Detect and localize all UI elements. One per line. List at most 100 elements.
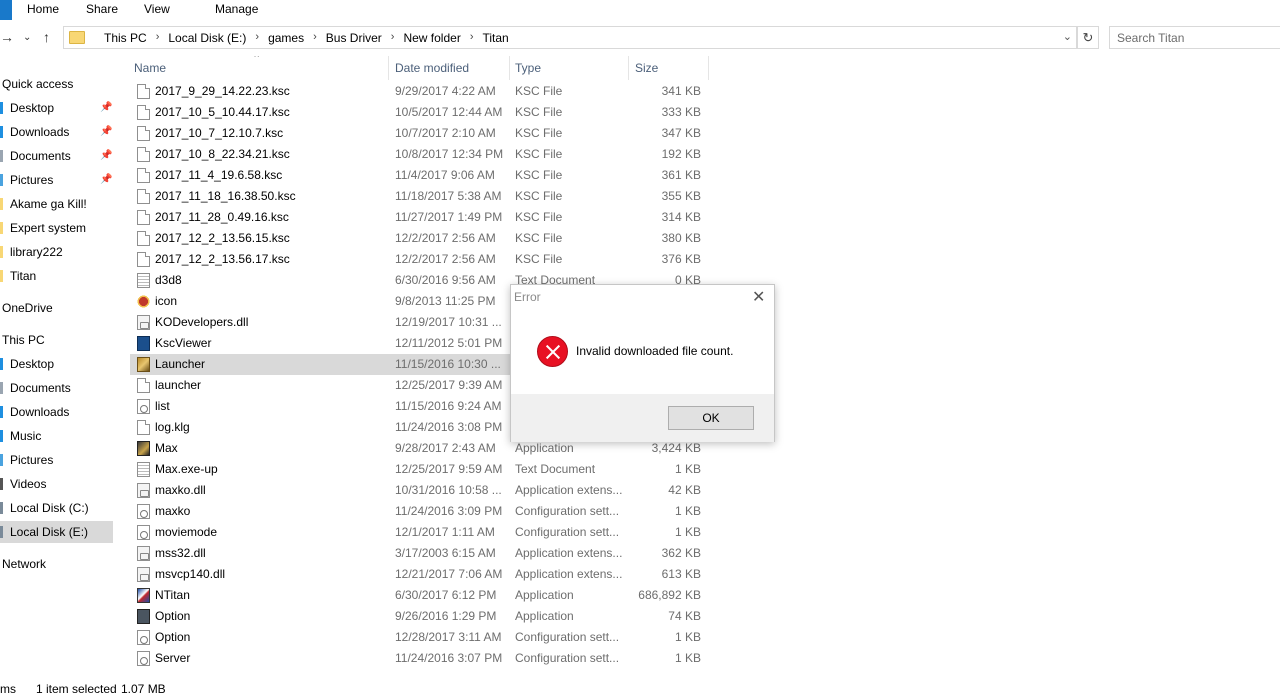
file-row[interactable]: 2017_11_18_16.38.50.ksc 11/18/2017 5:38 A… [130, 186, 710, 207]
file-row[interactable]: Option 9/26/2016 1:29 PM Application 74 KB [130, 606, 710, 627]
crumb-local-disk-e[interactable]: Local Disk (E:) [168, 31, 246, 45]
file-row[interactable]: mss32.dll 3/17/2003 6:15 AM Application ex… [130, 543, 710, 564]
file-row[interactable]: 2017_12_2_13.56.15.ksc 12/2/2017 2:56 AM K… [130, 228, 710, 249]
config-icon [137, 504, 150, 519]
nav-pc-documents[interactable]: Documents [0, 377, 113, 399]
file-row[interactable]: 2017_11_28_0.49.16.ksc 11/27/2017 1:49 PM… [130, 207, 710, 228]
up-arrow-icon[interactable]: ↑ [43, 29, 50, 45]
file-row[interactable]: moviemode 12/1/2017 1:11 AM Configuration … [130, 522, 710, 543]
nav-onedrive[interactable]: OneDrive [0, 297, 113, 319]
nav-quick-library222[interactable]: library222 [0, 241, 113, 263]
tab-view[interactable]: View [144, 2, 170, 16]
file-row[interactable]: msvcp140.dll 12/21/2017 7:06 AM Applicatio… [130, 564, 710, 585]
nav-label: Documents [10, 149, 71, 163]
file-row[interactable]: 2017_12_2_13.56.17.ksc 12/2/2017 2:56 AM K… [130, 249, 710, 270]
file-date: 12/28/2017 3:11 AM [395, 630, 502, 644]
file-row[interactable]: maxko 11/24/2016 3:09 PM Configuration set… [130, 501, 710, 522]
file-tab-edge[interactable] [0, 0, 12, 20]
chevron-right-icon[interactable]: › [156, 31, 160, 45]
nav-quick-expert-system[interactable]: Expert system [0, 217, 113, 239]
file-row[interactable]: 2017_9_29_14.22.23.ksc 9/29/2017 4:22 AM K… [130, 81, 710, 102]
column-header-name[interactable]: Name [130, 56, 389, 80]
file-name: msvcp140.dll [155, 567, 226, 581]
column-header-date[interactable]: Date modified [391, 56, 510, 80]
nav-quick-akame[interactable]: Akame ga Kill! [0, 193, 113, 215]
forward-arrow-icon[interactable]: → [0, 29, 14, 45]
nav-quick-titan[interactable]: Titan [0, 265, 113, 287]
vertical-scrollbar[interactable] [1273, 52, 1280, 682]
crumb-this-pc[interactable]: This PC [104, 31, 147, 45]
column-header-type[interactable]: Type [511, 56, 629, 80]
file-date: 6/30/2016 9:56 AM [395, 273, 496, 287]
chevron-right-icon[interactable]: › [391, 31, 395, 45]
tab-share[interactable]: Share [86, 2, 118, 16]
nav-label: Desktop [10, 357, 55, 371]
file-size: 1 KB [674, 525, 701, 539]
file-type: KSC File [515, 210, 563, 224]
file-name: NTitan [155, 588, 190, 602]
nav-label: Quick access [2, 77, 74, 91]
nav-quick-access[interactable]: Quick access [0, 73, 113, 95]
search-input[interactable]: Search Titan [1109, 26, 1280, 49]
nav-pc-pictures[interactable]: Pictures [0, 449, 113, 471]
tab-manage[interactable]: Manage [215, 2, 258, 16]
column-header-size[interactable]: Size [631, 56, 709, 80]
nav-pc-desktop[interactable]: Desktop [0, 353, 113, 375]
text-icon [137, 462, 150, 477]
file-row[interactable]: maxko.dll 10/31/2016 10:58 ... Application… [130, 480, 710, 501]
close-icon[interactable]: ✕ [752, 287, 765, 307]
file-name: d3d8 [155, 273, 182, 287]
nav-pc-videos[interactable]: Videos [0, 473, 113, 495]
nav-network[interactable]: Network [0, 553, 113, 575]
pin-icon[interactable]: 📌 [100, 121, 112, 143]
nav-pc-local-disk-e[interactable]: Local Disk (E:) [0, 521, 113, 543]
nav-pc-music[interactable]: Music [0, 425, 113, 447]
nav-quick-downloads[interactable]: Downloads 📌 [0, 121, 113, 143]
text-icon [137, 273, 150, 288]
nav-quick-pictures[interactable]: Pictures 📌 [0, 169, 113, 191]
crumb-new-folder[interactable]: New folder [403, 31, 460, 45]
nav-this-pc[interactable]: This PC [0, 329, 113, 351]
file-row[interactable]: Option 12/28/2017 3:11 AM Configuration se… [130, 627, 710, 648]
pin-icon[interactable]: 📌 [100, 145, 112, 167]
icon-file-icon [137, 294, 150, 309]
launcher-app-icon [137, 357, 150, 372]
nav-label: Documents [10, 381, 71, 395]
ok-button[interactable]: OK [668, 406, 754, 430]
nav-pc-local-disk-c[interactable]: Local Disk (C:) [0, 497, 113, 519]
nav-quick-documents[interactable]: Documents 📌 [0, 145, 113, 167]
crumb-titan[interactable]: Titan [482, 31, 508, 45]
recent-locations-chevron-icon[interactable]: ⌄ [23, 32, 31, 43]
nav-label: Videos [10, 477, 47, 491]
address-bar[interactable]: This PC › Local Disk (E:) › games › Bus … [63, 26, 1077, 49]
file-row[interactable]: Max.exe-up 12/25/2017 9:59 AM Text Documen… [130, 459, 710, 480]
crumb-bus-driver[interactable]: Bus Driver [326, 31, 382, 45]
tab-home[interactable]: Home [27, 2, 59, 16]
file-row[interactable]: 2017_10_8_22.34.21.ksc 10/8/2017 12:34 PM… [130, 144, 710, 165]
nav-pc-downloads[interactable]: Downloads [0, 401, 113, 423]
pin-icon[interactable]: 📌 [100, 169, 112, 191]
chevron-right-icon[interactable]: › [470, 31, 474, 45]
nav-label: Titan [10, 269, 37, 283]
file-row[interactable]: 2017_11_4_19.6.58.ksc 11/4/2017 9:06 AM KS… [130, 165, 710, 186]
file-date: 10/8/2017 12:34 PM [395, 147, 504, 161]
max-app-icon [137, 441, 150, 456]
file-row[interactable]: Server 11/24/2016 3:07 PM Configuration se… [130, 648, 710, 669]
file-date: 12/1/2017 1:11 AM [395, 525, 495, 539]
pin-icon[interactable]: 📌 [100, 97, 112, 119]
file-row[interactable]: NTitan 6/30/2017 6:12 PM Application 686,89… [130, 585, 710, 606]
nav-quick-desktop[interactable]: Desktop 📌 [0, 97, 113, 119]
chevron-right-icon[interactable]: › [255, 31, 259, 45]
doc-icon [137, 84, 150, 99]
chevron-down-icon[interactable]: ⌄ [1063, 30, 1072, 43]
refresh-icon[interactable]: ↻ [1077, 26, 1099, 49]
doc-icon [137, 210, 150, 225]
doc-icon [137, 147, 150, 162]
file-row[interactable]: 2017_10_7_12.10.7.ksc 10/7/2017 2:10 AM KS… [130, 123, 710, 144]
crumb-games[interactable]: games [268, 31, 304, 45]
scrollbar-thumb[interactable] [1273, 52, 1280, 682]
file-name: Max [155, 441, 178, 455]
file-date: 9/26/2016 1:29 PM [395, 609, 497, 623]
file-row[interactable]: 2017_10_5_10.44.17.ksc 10/5/2017 12:44 AM… [130, 102, 710, 123]
chevron-right-icon[interactable]: › [313, 31, 317, 45]
